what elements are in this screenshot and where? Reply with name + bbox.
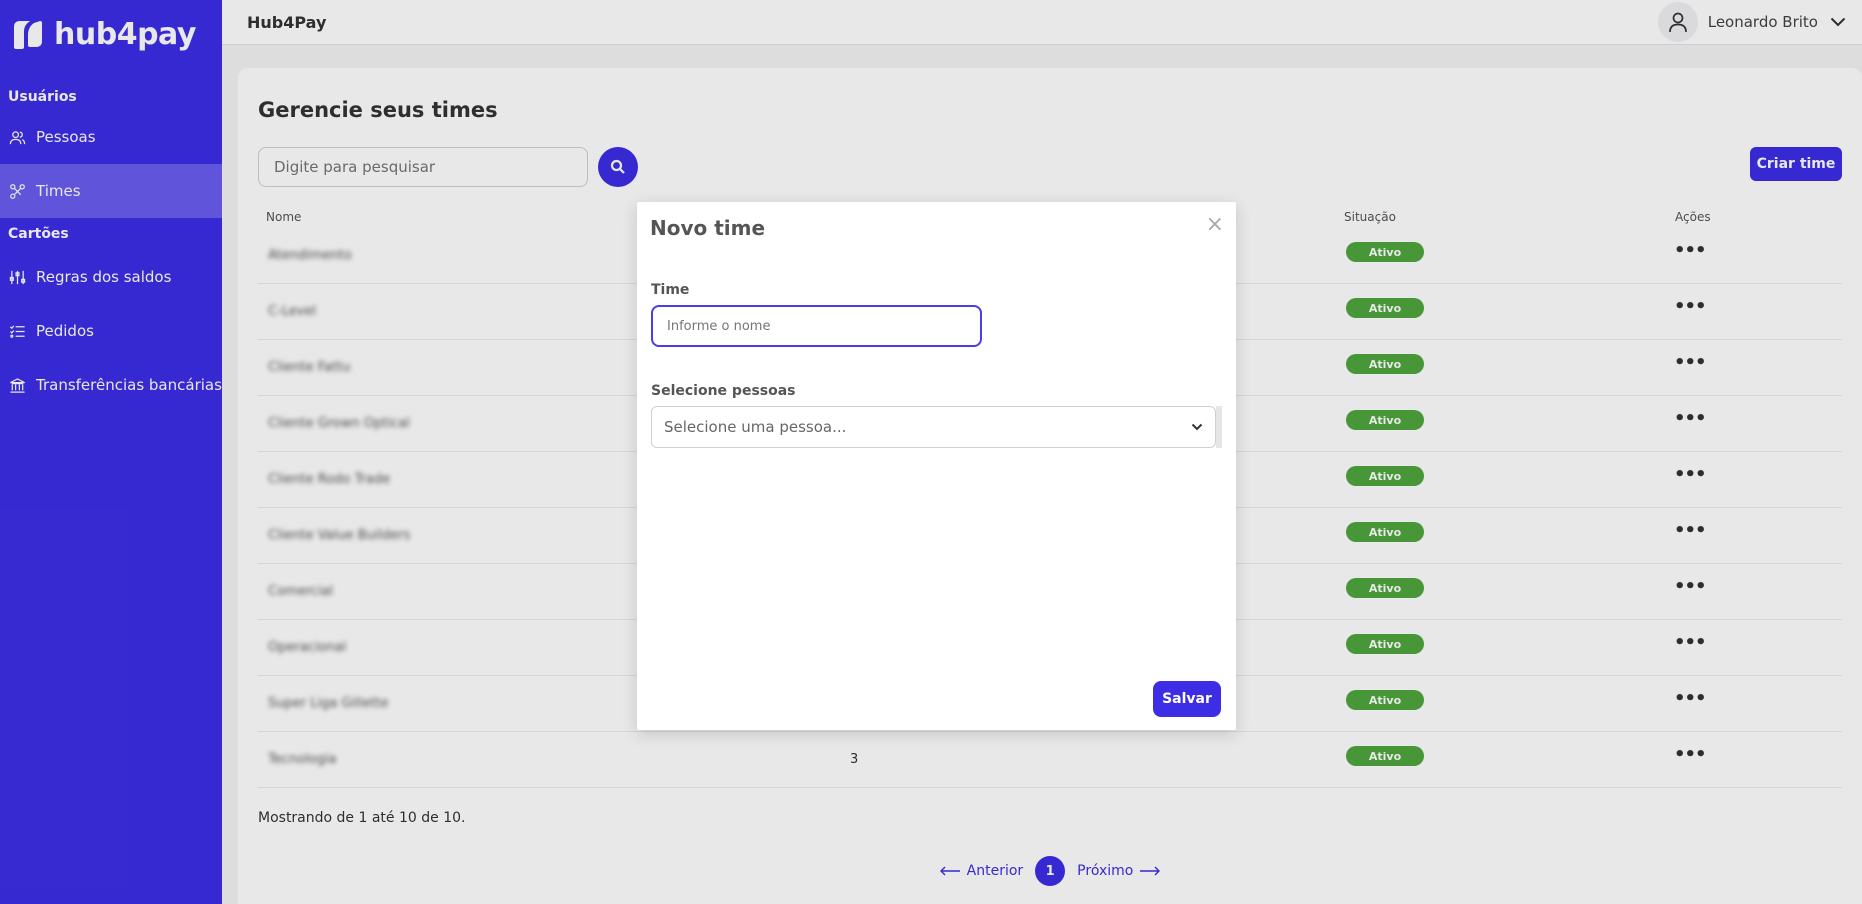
new-team-modal: Novo time × Time Selecione pessoas Selec… [637,202,1236,730]
select-people-label: Selecione pessoas [651,383,796,399]
modal-title: Novo time [650,216,766,240]
team-name-input[interactable] [651,305,982,347]
close-icon[interactable]: × [1206,212,1224,237]
team-name-label: Time [651,282,690,298]
chevron-down-icon [1191,423,1203,431]
people-select-placeholder: Selecione uma pessoa... [664,418,847,436]
select-scrollbar[interactable] [1216,406,1222,448]
people-select[interactable]: Selecione uma pessoa... [651,406,1216,448]
save-button[interactable]: Salvar [1153,681,1221,717]
